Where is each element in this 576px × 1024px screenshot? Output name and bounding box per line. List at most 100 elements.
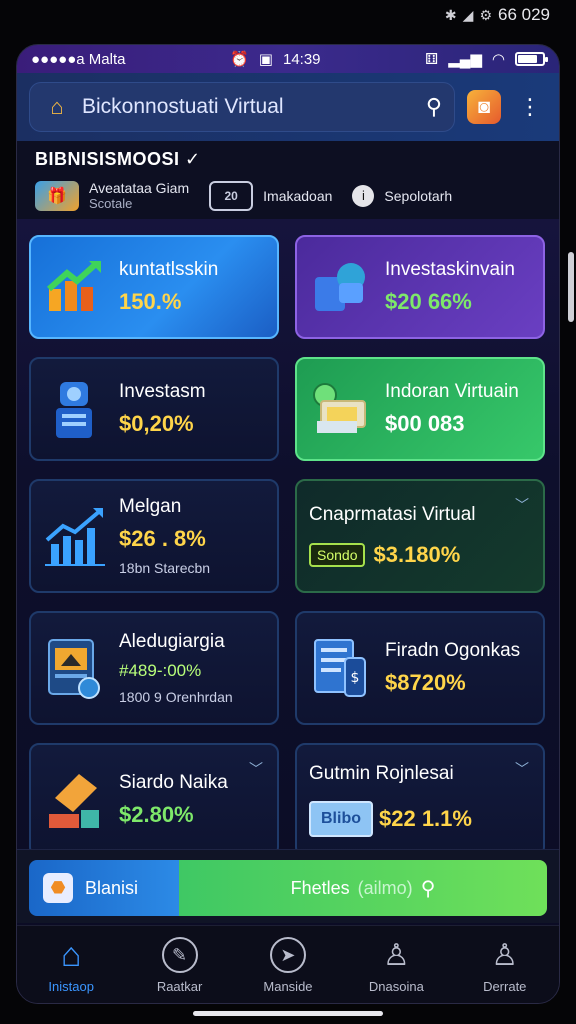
house-chart-icon: ⌂ (50, 94, 64, 119)
investment-card[interactable]: $ Firadn Ogonkas $8720% (295, 611, 545, 725)
chevron-down-icon[interactable]: ﹀ (515, 759, 529, 779)
tablet-icon (43, 636, 107, 700)
card-value: #489-:00% (119, 661, 202, 680)
card-value: $00 083 (385, 411, 465, 436)
tab-label: Inistaop (48, 979, 94, 994)
tab-compass[interactable]: ➤ Manside (238, 937, 338, 994)
system-clock: 66 029 (498, 5, 550, 24)
tab-label: Derrate (483, 979, 527, 994)
camera-icon: ◙ (477, 95, 491, 118)
wifi-icon: ◠ (491, 51, 505, 68)
filter-item[interactable]: i Sepolotarh (352, 184, 453, 207)
tab-profile-2[interactable]: ♙ Derrate (455, 937, 555, 995)
card-chip[interactable]: Sondo (309, 543, 366, 567)
cube-icon (309, 255, 373, 319)
investment-card[interactable]: Investaskinvain $20 66% (295, 235, 545, 339)
card-subtitle: 18bn Starecbn (119, 560, 211, 576)
search-icon[interactable]: ⚲ (426, 94, 442, 120)
gear-icon: ⚙ (479, 6, 492, 23)
card-title: Investasm (119, 381, 206, 402)
investment-grid: kuntatlsskin 150.% Investaskinvain $20 6… (29, 235, 547, 857)
system-status-bar: ✱ ◢ ⚙ 66 029 (0, 0, 576, 30)
filter-section: BIBNISISMOOSI ✓ 🎁 Aveatataa Giam Scotale… (17, 141, 559, 219)
card-title: Melgan (119, 496, 182, 517)
search-action[interactable]: Fhetles (ailmo) ⚲ (179, 860, 547, 916)
side-handle[interactable] (568, 252, 574, 322)
card-title: Aledugiargia (119, 631, 225, 652)
investment-card[interactable]: ﹀ Siardo Naika $2.80% (29, 743, 279, 857)
chevron-down-icon[interactable]: ﹀ (515, 495, 529, 515)
card-title: Gutmin Rojnlesai (309, 763, 454, 784)
filter-label: Aveatataa Giam (89, 180, 190, 196)
card-title: Siardo Naika (119, 772, 228, 793)
location-button[interactable]: ⬣ Blanisi (29, 860, 179, 916)
location-label: Blanisi (85, 877, 139, 898)
box-icon: 20 (209, 180, 254, 211)
investment-card[interactable]: Indoran Virtuain $00 083 (295, 357, 545, 461)
carrier-label: ●●●●●a Malta (31, 50, 126, 68)
signal-icon: ◢ (462, 6, 474, 23)
filter-sub: Scotale (89, 196, 133, 212)
card-title: Cnaprmatasi Virtual (309, 504, 476, 525)
card-value: $26 . 8% (119, 526, 206, 551)
document-phone-icon: $ (309, 636, 373, 700)
search-action-hint: (ailmo) (357, 877, 413, 898)
filter-item[interactable]: 🎁 Aveatataa Giam Scotale (35, 180, 189, 211)
chart-up-icon (43, 255, 107, 319)
card-icon: Blibo (309, 801, 373, 837)
tab-profile-1[interactable]: ♙ Dnasoina (346, 937, 446, 995)
home-icon: ⌂ (60, 935, 82, 974)
chat-icon: ✎ (161, 937, 198, 973)
search-input[interactable] (82, 95, 416, 119)
search-bar[interactable]: ⌂ ⚲ (29, 82, 455, 132)
filter-item[interactable]: 20 Imakadoan (209, 180, 333, 211)
tab-bar: ⌂ Inistaop ✎ Raatkar ➤ Manside ♙ Dnasoin… (17, 925, 559, 1003)
card-value: $20 66% (385, 289, 472, 314)
folder-icon (43, 768, 107, 832)
investment-card[interactable]: Investasm $0,20% (29, 357, 279, 461)
bluetooth-icon: ✱ (444, 6, 457, 23)
filter-label: Sepolotarh (384, 187, 453, 204)
card-title: Firadn Ogonkas (385, 640, 521, 661)
person-icon: ♙ (491, 938, 519, 972)
bar-chart-icon (43, 504, 107, 568)
home-indicator[interactable] (193, 1011, 383, 1016)
chevron-down-icon[interactable]: ﹀ (249, 759, 263, 779)
svg-text:$: $ (351, 670, 360, 686)
map-pin-icon: ⬣ (43, 873, 73, 903)
tab-label: Manside (263, 979, 313, 994)
tab-home[interactable]: ⌂ Inistaop (21, 935, 121, 995)
card-subtitle: 1800 9 Orenhrdan (119, 689, 233, 705)
tab-chat[interactable]: ✎ Raatkar (130, 937, 230, 994)
filter-label: Imakadoan (263, 187, 333, 204)
gift-icon: 🎁 (35, 180, 79, 211)
tab-label: Raatkar (156, 979, 203, 994)
menu-button[interactable]: ⋮ (513, 90, 547, 124)
search-icon: ⚲ (420, 877, 436, 900)
robot-icon (43, 377, 107, 441)
screenshot-icon: ▣ (258, 51, 273, 68)
card-title: Investaskinvain (385, 259, 515, 280)
card-value: $0,20% (119, 411, 194, 436)
battery-icon (514, 52, 548, 66)
camera-button[interactable]: ◙ (467, 90, 501, 124)
investment-card[interactable]: Melgan $26 . 8% 18bn Starecbn (29, 479, 279, 593)
battery-fill (517, 55, 537, 63)
investment-card[interactable]: ﹀ Cnaprmatasi Virtual Sondo $3.180% (295, 479, 545, 593)
card-value: $22 1.1% (379, 806, 472, 831)
card-value: $3.180% (373, 542, 461, 567)
investment-card[interactable]: kuntatlsskin 150.% (29, 235, 279, 339)
bottom-search-bar: ⬣ Blanisi Fhetles (ailmo) ⚲ (17, 849, 559, 923)
compass-icon: ➤ (269, 937, 306, 973)
card-title: Indoran Virtuain (385, 381, 519, 402)
card-title: kuntatlsskin (119, 259, 219, 280)
person-icon: ♙ (382, 938, 410, 972)
status-bar: ●●●●●a Malta ⏰ ▣ 14:39 ⚅ ▂▄▆ ◠ (17, 45, 559, 73)
investment-card[interactable]: Aledugiargia #489-:00% 1800 9 Orenhrdan (29, 611, 279, 725)
app-header: ⌂ ⚲ ◙ ⋮ (17, 73, 559, 141)
info-icon: i (352, 184, 375, 207)
menu-icon: ⋮ (519, 94, 541, 119)
card-value: $8720% (385, 670, 466, 695)
cell-signal-icon: ▂▄▆ (448, 51, 482, 68)
investment-card[interactable]: ﹀ Gutmin Rojnlesai Blibo $22 1.1% (295, 743, 545, 857)
